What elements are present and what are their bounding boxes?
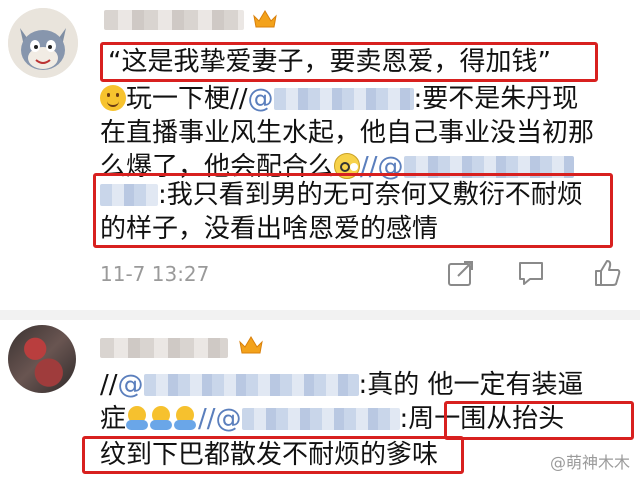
blurred-mention (273, 88, 414, 110)
blue-hands-emoji-icon (126, 406, 149, 430)
comment-text: 在直播事业风生水起，他自己事业没当初那 (100, 118, 595, 148)
comment-text: :我只看到男的无可奈何又敷衍不耐烦 (100, 178, 583, 212)
share-icon[interactable] (446, 258, 476, 288)
blue-hands-emoji-icon (150, 406, 173, 430)
comment-text: 纹到下巴都散发不耐烦的爹味 (100, 440, 439, 470)
avatar[interactable] (8, 325, 76, 393)
comment-time: 11-7 13:27 (100, 262, 210, 286)
blurred-username[interactable] (100, 338, 228, 358)
comment-text: 玩一下梗//@:要不是朱丹现 (100, 82, 578, 116)
like-icon[interactable] (592, 258, 622, 288)
crown-icon (239, 336, 263, 354)
mention-link[interactable]: //@ (198, 404, 242, 434)
highlight-box (444, 401, 634, 440)
mention-link[interactable]: @ (118, 370, 144, 400)
comment-text: //@:真的 他一定有装逼 (100, 370, 584, 400)
crown-icon (253, 10, 277, 28)
blurred-username[interactable] (104, 10, 244, 30)
blurred-mention (241, 408, 400, 430)
mention-link[interactable]: @ (248, 84, 274, 114)
comment-icon[interactable] (516, 258, 546, 288)
blurred-mention (143, 374, 359, 396)
blue-hands-emoji-icon (174, 406, 197, 430)
blurred-mention (100, 184, 158, 206)
divider (0, 310, 640, 320)
smile-emoji-icon (100, 85, 126, 111)
watermark: @萌神木木 (549, 453, 630, 472)
comment-text: 的样子，没看出啥恩爱的感情 (100, 214, 439, 244)
comment-text: “这是我挚爱妻子，要卖恩爱，得加钱” (108, 47, 551, 77)
avatar[interactable] (8, 8, 78, 78)
tom-cat-avatar-icon (8, 8, 78, 78)
